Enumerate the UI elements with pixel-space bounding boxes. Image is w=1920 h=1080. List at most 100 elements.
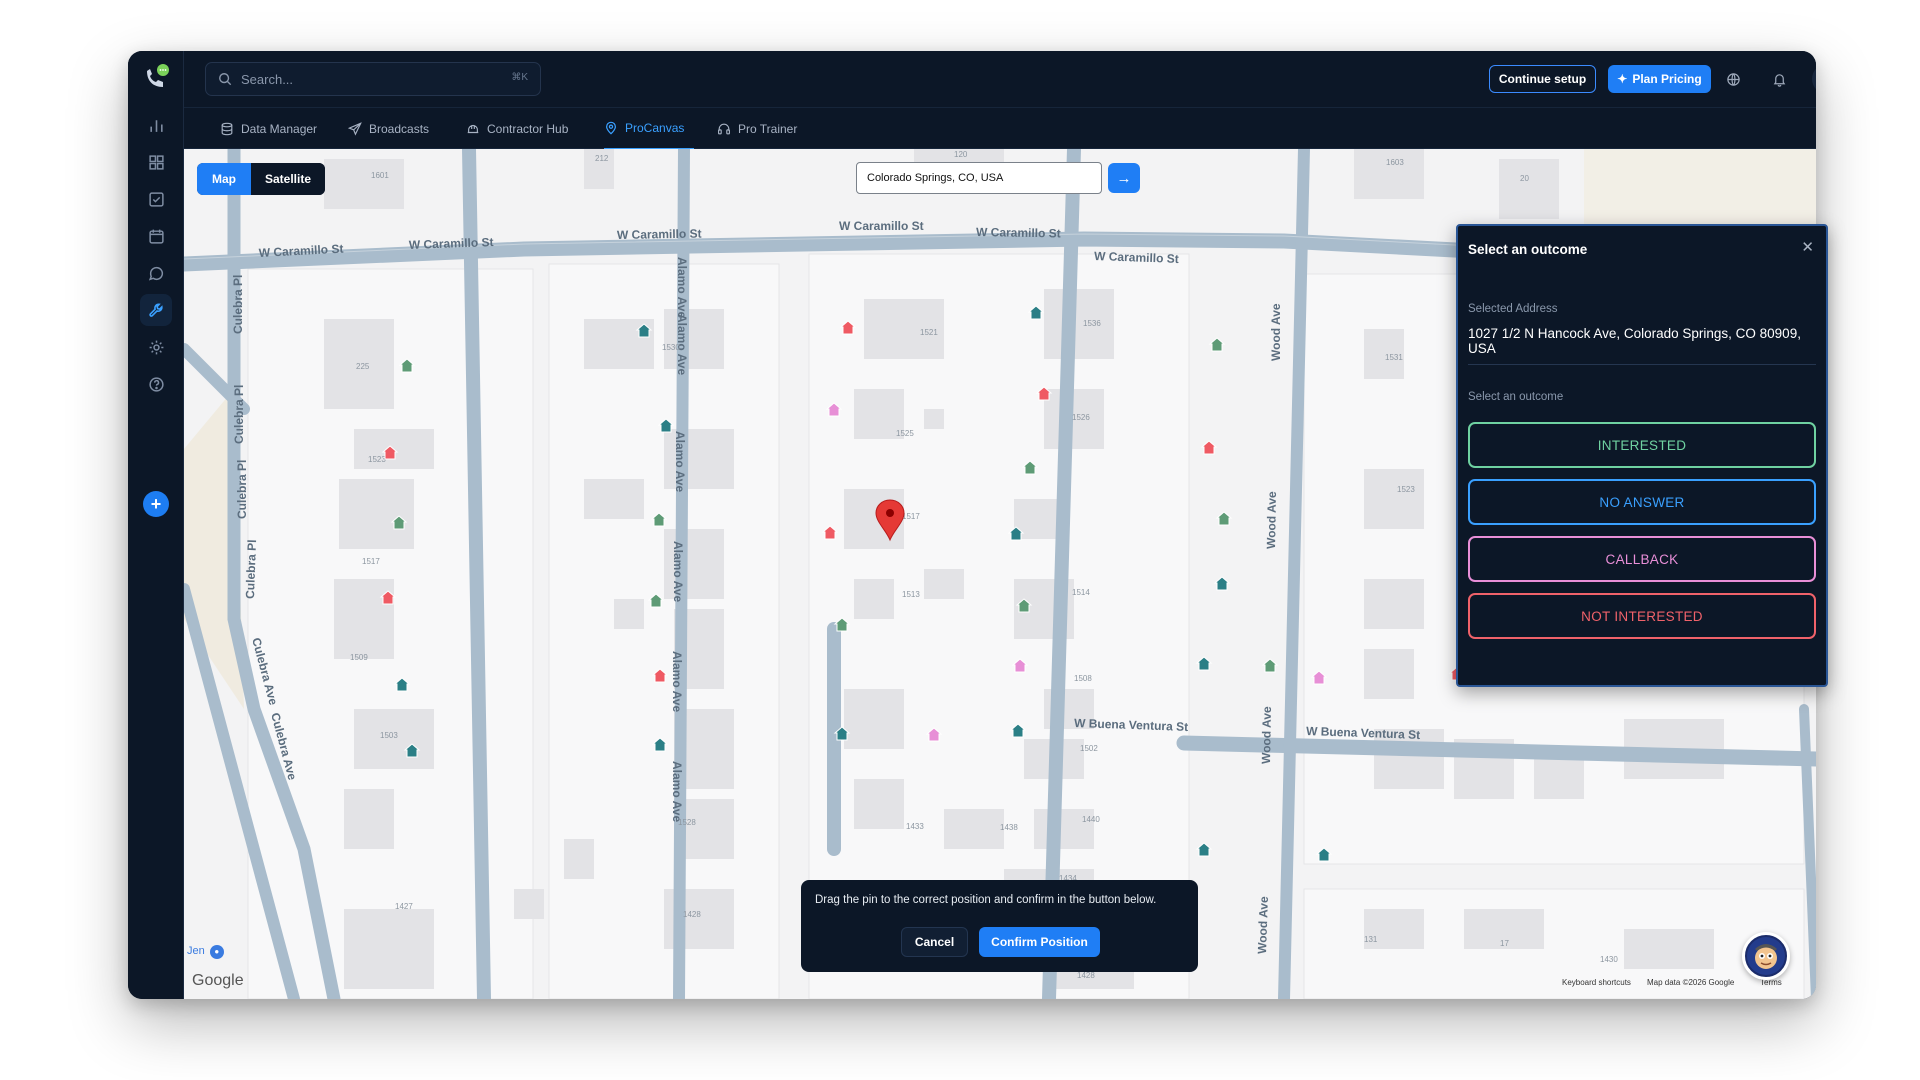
house-number: 1440 [1082, 815, 1100, 824]
house-number: 212 [595, 154, 609, 163]
tab-label: Data Manager [241, 122, 318, 136]
globe-icon[interactable] [1722, 68, 1744, 90]
street-label-caramillo: W Caramillo St [617, 227, 702, 242]
street-label-alamo: Alamo Ave [675, 257, 689, 318]
house-number: 1517 [362, 557, 380, 566]
tab-broadcasts[interactable]: Broadcasts [348, 108, 429, 150]
house-marker-icon[interactable] [1195, 842, 1213, 857]
street-label-alamo: Alamo Ave [670, 761, 684, 822]
tab-label: Contractor Hub [487, 122, 569, 136]
house-number: 1428 [1077, 971, 1095, 980]
app-logo[interactable] [139, 61, 173, 95]
house-number: 1525 [896, 429, 914, 438]
street-label-caramillo: W Caramillo St [976, 225, 1061, 240]
sparkle-icon: ✦ [1617, 72, 1628, 86]
outcome-interested-button[interactable]: INTERESTED [1468, 422, 1816, 468]
address-input[interactable]: Colorado Springs, CO, USA [856, 162, 1102, 194]
outcome-no-answer-button[interactable]: NO ANSWER [1468, 479, 1816, 525]
house-number: 1526 [1072, 413, 1090, 422]
street-label-wood: Wood Ave [1255, 896, 1271, 954]
tab-label: Pro Trainer [738, 122, 798, 136]
house-number: 1503 [380, 731, 398, 740]
bar-chart-icon[interactable] [140, 109, 172, 141]
checkbox-icon[interactable] [140, 183, 172, 215]
assistant-avatar[interactable] [1742, 932, 1790, 980]
map-type-satellite-button[interactable]: Satellite [251, 163, 325, 195]
gear-icon[interactable] [140, 331, 172, 363]
house-number: 1603 [1386, 158, 1404, 167]
outcome-callback-button[interactable]: CALLBACK [1468, 536, 1816, 582]
calendar-icon[interactable] [140, 220, 172, 252]
tab-procanvas[interactable]: ProCanvas [604, 108, 695, 150]
street-label-alamo: Alamo Ave [671, 541, 685, 602]
tab-pro-trainer[interactable]: Pro Trainer [717, 108, 797, 150]
lock-icon: ● [209, 945, 224, 959]
tab-label: ProCanvas [625, 121, 685, 135]
house-number: 131 [1364, 935, 1378, 944]
help-icon[interactable] [140, 368, 172, 400]
confirm-position-button[interactable]: Confirm Position [979, 927, 1100, 957]
search-shortcut: ⌘K [511, 72, 528, 83]
house-marker-icon[interactable] [1261, 658, 1279, 673]
street-label-culebra-pl: Culebra Pl [232, 385, 246, 444]
grid-icon[interactable] [140, 146, 172, 178]
street-label-wood: Wood Ave [1259, 706, 1274, 764]
continue-setup-button[interactable]: Continue setup [1489, 65, 1596, 93]
tab-contractor-hub[interactable]: Contractor Hub [466, 108, 568, 150]
map-pin-icon [606, 121, 616, 135]
house-marker-icon[interactable] [1208, 337, 1226, 352]
database-icon [221, 122, 233, 136]
selected-address-label: Selected Address [1468, 303, 1558, 315]
house-number: 20 [1520, 174, 1529, 183]
keyboard-shortcuts-link[interactable]: Keyboard shortcuts [1562, 978, 1631, 987]
house-marker-icon[interactable] [1195, 656, 1213, 671]
street-label-caramillo: W Caramillo St [839, 219, 924, 233]
user-avatar[interactable]: IB [1812, 64, 1816, 94]
street-label-wood: Wood Ave [1269, 303, 1283, 361]
drag-pin-message: Drag the pin to the correct position and… [815, 894, 1157, 906]
street-label-wood: Wood Ave [1264, 491, 1279, 549]
nav-tabs: Data Manager Broadcasts Contractor Hub P… [184, 107, 1816, 150]
house-marker-icon[interactable] [1200, 440, 1218, 455]
tab-data-manager[interactable]: Data Manager [220, 108, 317, 150]
search-input[interactable]: Search... ⌘K [205, 62, 541, 96]
helmet-icon [467, 124, 479, 134]
house-number: 17 [1500, 939, 1509, 948]
cancel-button[interactable]: Cancel [901, 927, 968, 957]
house-number: 1428 [683, 910, 701, 919]
outcome-panel: Select an outcome ✕ Selected Address 102… [1456, 224, 1828, 687]
plan-pricing-button[interactable]: ✦ Plan Pricing [1608, 65, 1711, 93]
send-icon [348, 122, 362, 136]
map-type-map-button[interactable]: Map [197, 163, 251, 195]
street-label-culebra-pl: Culebra Pl [243, 539, 259, 599]
user-name: Jen [187, 945, 205, 957]
bell-icon[interactable] [1768, 68, 1790, 90]
user-location-label: Jen ● [187, 945, 224, 959]
house-number: 1536 [1083, 319, 1101, 328]
house-number: 1514 [1072, 588, 1090, 597]
house-number: 1502 [1080, 744, 1098, 753]
divider [1468, 364, 1816, 365]
close-icon[interactable]: ✕ [1801, 238, 1814, 256]
outcome-not-interested-button[interactable]: NOT INTERESTED [1468, 593, 1816, 639]
chat-icon[interactable] [140, 257, 172, 289]
house-number: 1433 [906, 822, 924, 831]
house-number: 225 [356, 362, 370, 371]
select-outcome-label: Select an outcome [1468, 391, 1564, 403]
house-number: 1521 [920, 328, 938, 337]
house-number: 1601 [371, 171, 389, 180]
add-icon[interactable]: + [143, 491, 169, 517]
house-number: 1530 [662, 343, 680, 352]
house-number: 1509 [350, 653, 368, 662]
street-label-culebra-pl: Culebra Pl [231, 275, 245, 334]
house-number: 1430 [1600, 955, 1618, 964]
house-marker-icon[interactable] [1213, 576, 1231, 591]
house-number: 1517 [902, 512, 920, 521]
house-marker-icon[interactable] [1215, 511, 1233, 526]
street-label-alamo: Alamo Ave [670, 651, 684, 712]
arrow-right-icon[interactable]: → [1108, 163, 1140, 193]
wrench-icon[interactable] [140, 294, 172, 326]
headset-icon [718, 123, 730, 135]
street-label-culebra-pl: Culebra Pl [235, 460, 249, 519]
house-number: 120 [954, 150, 968, 159]
